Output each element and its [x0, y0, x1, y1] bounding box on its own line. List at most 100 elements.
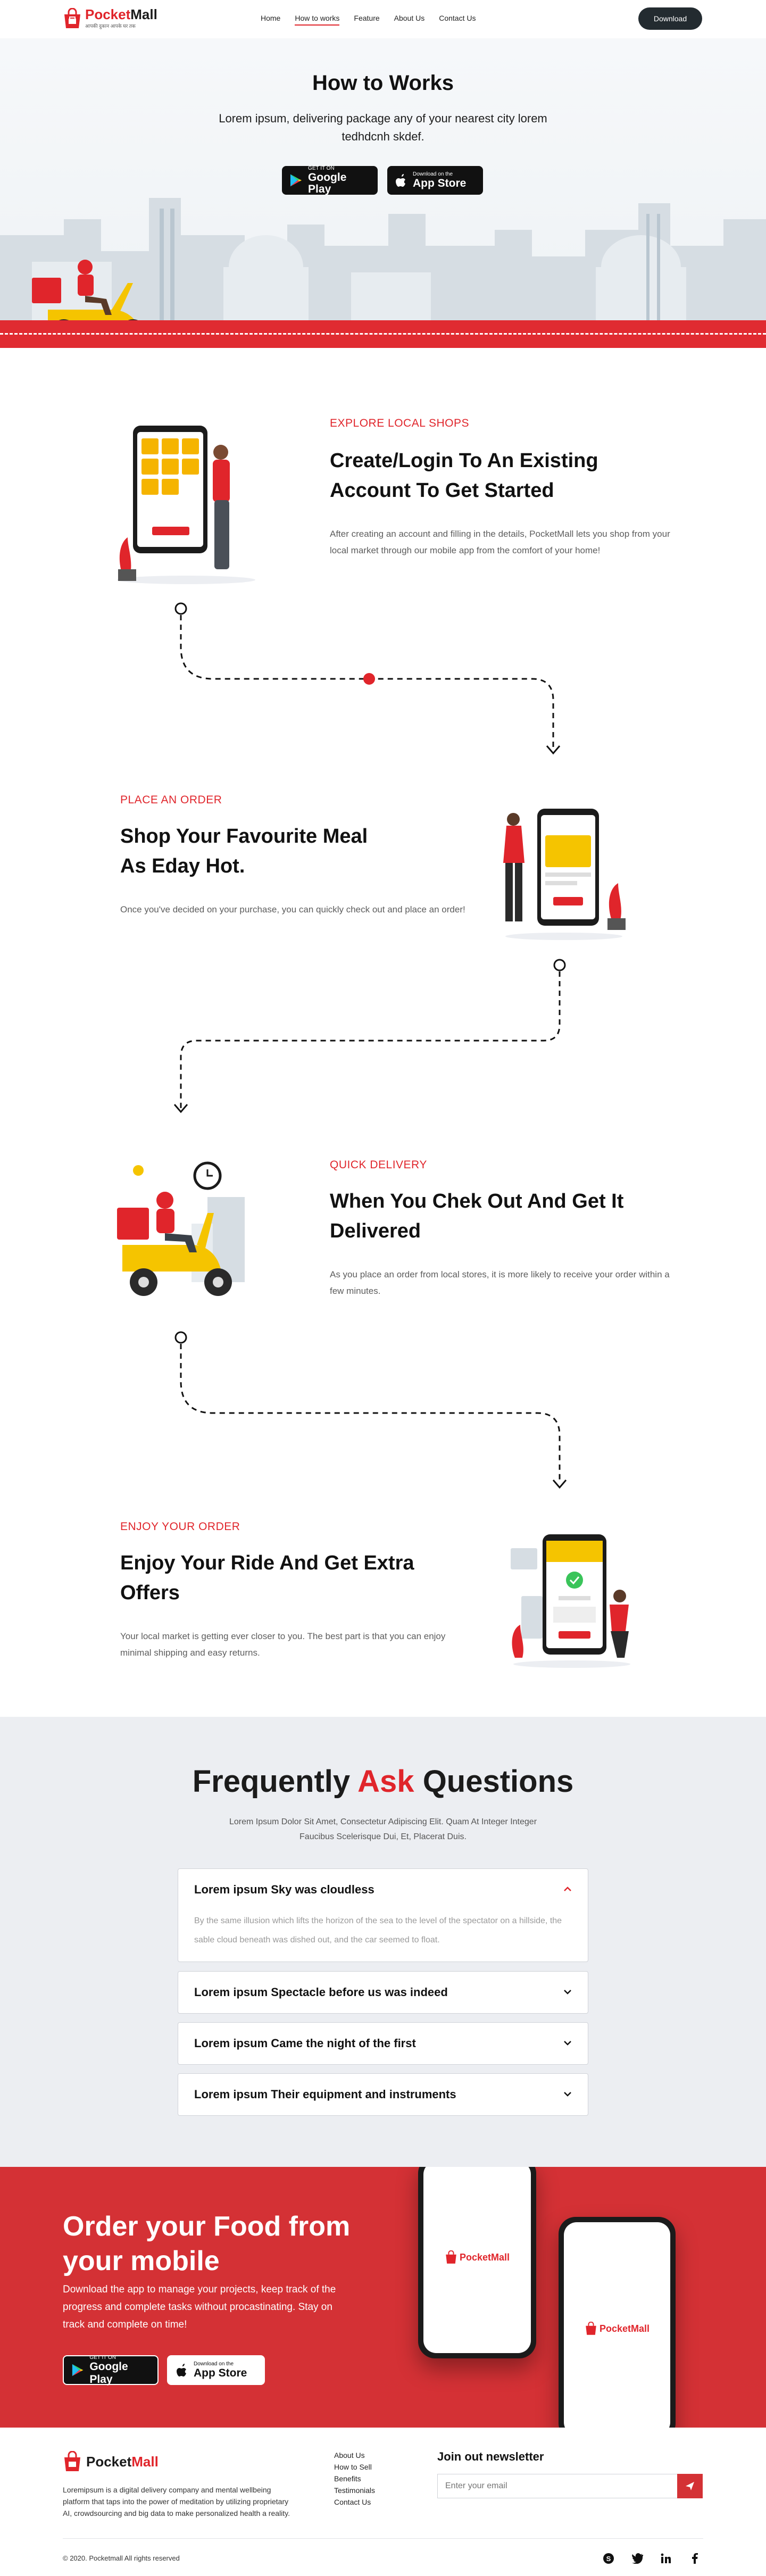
footer-brand-b: Mall	[131, 2453, 159, 2470]
copyright-text: © 2020. Pocketmall All rights reserved	[63, 2554, 180, 2562]
faq-question: Lorem ipsum Their equipment and instrume…	[194, 2088, 456, 2101]
phone-mockup-front: PocketMall	[559, 2217, 676, 2428]
faq-question: Lorem ipsum Came the night of the first	[194, 2037, 416, 2050]
nav-feature[interactable]: Feature	[354, 14, 379, 26]
step1-text: After creating an account and filling in…	[330, 529, 670, 555]
download-button[interactable]: Download	[638, 7, 702, 30]
faq-question: Lorem ipsum Sky was cloudless	[194, 1883, 374, 1896]
nav-home[interactable]: Home	[261, 14, 280, 26]
google-play-icon	[72, 2364, 84, 2376]
phone-brand-text: PocketMall	[599, 2323, 650, 2334]
footer-logo[interactable]: PocketMall	[63, 2451, 159, 2472]
scooter-delivery-illustration	[117, 1161, 245, 1296]
app-store-small: Download on the	[194, 2361, 234, 2367]
google-play-button[interactable]: GET IT ON Google Play	[282, 165, 378, 195]
faq-title-b: Ask	[357, 1764, 414, 1799]
app-store-button[interactable]: Download on the App Store	[167, 2355, 265, 2385]
google-play-small: GET IT ON	[89, 2354, 116, 2361]
footer: PocketMall Loremipsum is a digital deliv…	[0, 2428, 766, 2576]
faq-subtitle: Lorem Ipsum Dolor Sit Amet, Consectetur …	[229, 1817, 537, 1841]
app-store-big: App Store	[194, 2366, 247, 2379]
skype-icon[interactable]: S	[601, 2551, 616, 2566]
footer-divider	[63, 2538, 703, 2539]
app-store-button[interactable]: Download on the App Store	[387, 166, 483, 195]
footer-link-how-to-sell[interactable]: How to Sell	[334, 2463, 375, 2471]
thank-you-phone-illustration	[511, 1534, 630, 1668]
phone-shop-illustration	[117, 426, 255, 584]
footer-description: Loremipsum is a digital delivery company…	[63, 2486, 290, 2517]
footer-link-contact-us[interactable]: Contact Us	[334, 2498, 375, 2506]
step2-text: Once you've decided on your purchase, yo…	[120, 904, 465, 915]
faq-question: Lorem ipsum Spectacle before us was inde…	[194, 1985, 448, 1999]
faq-title-c: Questions	[422, 1764, 574, 1799]
footer-link-about-us[interactable]: About Us	[334, 2451, 375, 2459]
google-play-big: Google Play	[308, 171, 347, 195]
facebook-icon[interactable]	[687, 2551, 702, 2566]
chevron-down-icon[interactable]	[561, 2088, 574, 2100]
path-connector-3	[174, 1331, 567, 1489]
step3-text: As you place an order from local stores,…	[330, 1269, 670, 1296]
google-play-icon	[290, 174, 302, 187]
shop-bag-logo-icon	[446, 2250, 456, 2264]
faq-item-4[interactable]: Lorem ipsum Their equipment and instrume…	[178, 2073, 588, 2116]
step1-title: Create/Login To An Existing Account To G…	[330, 450, 598, 502]
svg-text:S: S	[606, 2555, 611, 2563]
shop-bag-logo-icon	[586, 2322, 596, 2335]
logo-text-b: Mall	[130, 6, 157, 22]
footer-links: About Us How to Sell Benefits Testimonia…	[334, 2451, 375, 2506]
hero-section: How to Works Lorem ipsum, delivering pac…	[0, 38, 766, 348]
top-navbar: PocketMall आपकी दुकान आपके घर तक Home Ho…	[0, 0, 766, 38]
faq-title: Frequently Ask Questions	[0, 1764, 766, 1799]
shop-bag-logo-icon	[64, 2451, 80, 2471]
path-connector-1	[174, 602, 561, 755]
road-strip	[0, 320, 766, 348]
send-icon	[686, 2482, 694, 2490]
step1-eyebrow: EXPLORE LOCAL SHOPS	[330, 417, 469, 429]
shop-bag-logo-icon	[64, 7, 80, 28]
faq-item-2[interactable]: Lorem ipsum Spectacle before us was inde…	[178, 1971, 588, 2014]
app-store-big: App Store	[413, 177, 467, 189]
order-phone-illustration	[503, 809, 626, 940]
newsletter-send-button[interactable]	[677, 2474, 703, 2498]
linkedin-icon[interactable]	[659, 2551, 673, 2566]
apple-icon	[177, 2364, 186, 2376]
google-play-button[interactable]: GET IT ON Google Play	[63, 2354, 159, 2386]
faq-title-a: Frequently	[192, 1764, 351, 1799]
step4-title: Enjoy Your Ride And Get Extra Offers	[120, 1552, 414, 1604]
newsletter-email-input[interactable]	[437, 2474, 682, 2498]
app-promo-title: Order your Food from your mobile	[63, 2211, 351, 2276]
footer-brand-a: Pocket	[86, 2453, 132, 2470]
hero-subtitle: Lorem ipsum, delivering package any of y…	[219, 112, 547, 143]
path-connector-2	[173, 959, 566, 1114]
main-menu: Home How to works Feature About Us Conta…	[261, 14, 476, 26]
footer-link-testimonials[interactable]: Testimonials	[334, 2486, 375, 2495]
google-play-big: Google Play	[89, 2360, 128, 2386]
nav-how-to-works[interactable]: How to works	[295, 14, 340, 26]
chevron-up-icon[interactable]	[561, 1883, 574, 1896]
step2-title: Shop Your Favourite Meal As Eday Hot.	[120, 825, 368, 877]
step4-eyebrow: ENJOY YOUR ORDER	[120, 1520, 240, 1533]
nav-about-us[interactable]: About Us	[394, 14, 425, 26]
logo-text-a: Pocket	[85, 6, 131, 22]
apple-icon	[396, 174, 405, 187]
footer-link-benefits[interactable]: Benefits	[334, 2474, 375, 2483]
nav-contact-us[interactable]: Contact Us	[439, 14, 476, 26]
faq-item-1[interactable]: Lorem ipsum Sky was cloudless By the sam…	[178, 1868, 588, 1962]
faq-section: Frequently Ask Questions Lorem Ipsum Dol…	[0, 1717, 766, 2167]
phone-mockup-back: PocketMall	[418, 2167, 536, 2358]
chevron-down-icon[interactable]	[561, 1985, 574, 1998]
faq-item-3[interactable]: Lorem ipsum Came the night of the first	[178, 2022, 588, 2065]
hero-title: How to Works	[312, 71, 454, 95]
faq-answer: By the same illusion which lifts the hor…	[194, 1916, 562, 1945]
step3-title: When You Chek Out And Get It Delivered	[330, 1190, 624, 1242]
newsletter-title: Join out newsletter	[437, 2450, 544, 2463]
logo-tagline: आपकी दुकान आपके घर तक	[85, 23, 136, 29]
step4-text: Your local market is getting ever closer…	[120, 1631, 446, 1658]
chevron-down-icon[interactable]	[561, 2037, 574, 2049]
brand-logo[interactable]: PocketMall आपकी दुकान आपके घर तक	[63, 7, 157, 29]
app-promo-section: Order your Food from your mobile Downloa…	[0, 2167, 766, 2428]
step3-eyebrow: QUICK DELIVERY	[330, 1159, 427, 1171]
phone-brand-text: PocketMall	[459, 2251, 510, 2263]
twitter-icon[interactable]	[630, 2551, 645, 2566]
app-promo-text: Download the app to manage your projects…	[63, 2284, 336, 2330]
